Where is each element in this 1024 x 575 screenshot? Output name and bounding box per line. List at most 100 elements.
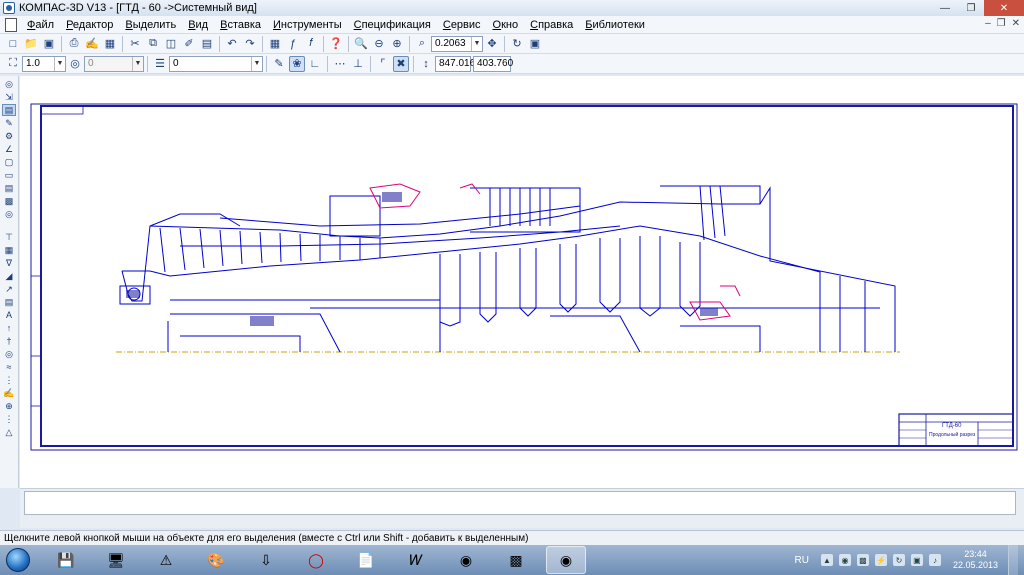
menu-file[interactable]: Файл	[21, 19, 60, 31]
round-coords-icon[interactable]: ⌜	[375, 56, 391, 72]
break-icon[interactable]: ⋮	[2, 413, 16, 425]
edit-icon[interactable]: ✎	[2, 117, 16, 129]
undo-icon[interactable]: ↶	[224, 36, 240, 52]
grid-icon[interactable]: ⋯	[332, 56, 348, 72]
zoom-out-icon[interactable]: ⊖	[371, 36, 387, 52]
doc-close-icon[interactable]: ✕	[1012, 18, 1020, 29]
word-icon[interactable]: 𝑊	[396, 546, 436, 574]
leader-icon[interactable]: ↗	[2, 283, 16, 295]
dimensions-icon[interactable]: ⇲	[2, 91, 16, 103]
measure-icon[interactable]: ∠	[2, 143, 16, 155]
base-icon[interactable]: ◢	[2, 270, 16, 282]
view-manager-icon[interactable]: ✎	[271, 56, 287, 72]
menu-insert[interactable]: Вставка	[214, 19, 267, 31]
open-folder-icon[interactable]: 📁	[23, 36, 39, 52]
document-icon[interactable]	[5, 17, 17, 32]
volume-icon[interactable]: ♪	[928, 554, 941, 566]
paint-icon[interactable]: 🎨	[196, 546, 236, 574]
redraw-icon[interactable]: ↻	[509, 36, 525, 52]
roughness-icon[interactable]: ∇	[2, 257, 16, 269]
powerpoint-icon[interactable]: ▩	[496, 546, 536, 574]
orthogonal-icon[interactable]: ∟	[307, 56, 323, 72]
variables-icon[interactable]: ƒ	[285, 36, 301, 52]
language-indicator[interactable]: RU	[795, 555, 809, 566]
insert-icon[interactable]: ◎	[2, 208, 16, 220]
property-panel-box[interactable]	[24, 491, 1016, 515]
format-brush-icon[interactable]: ✐	[181, 36, 197, 52]
save-icon[interactable]: ▣	[41, 36, 57, 52]
welding-icon[interactable]: △	[2, 426, 16, 438]
layer-field[interactable]: 0 ▼	[169, 55, 263, 72]
kompas-taskbar-icon[interactable]: ◉	[546, 546, 586, 574]
center-mark-icon[interactable]: ⊕	[2, 400, 16, 412]
network-icon[interactable]: ▩	[856, 554, 869, 566]
associative-views-icon[interactable]: ▭	[2, 169, 16, 181]
reports-icon[interactable]: ▩	[2, 195, 16, 207]
menu-window[interactable]: Окно	[487, 19, 525, 31]
zoom-in-icon[interactable]: ⊕	[389, 36, 405, 52]
designations-icon[interactable]: ▤	[2, 104, 16, 116]
view-icon[interactable]: ◎	[2, 348, 16, 360]
table-icon[interactable]: ▦	[2, 244, 16, 256]
preview-icon[interactable]: ✍	[84, 36, 100, 52]
arrow-icon[interactable]: ↑	[2, 322, 16, 334]
line-scale-field[interactable]: 1.0 ▼	[22, 55, 66, 72]
archiver-icon[interactable]: ⚠	[146, 546, 186, 574]
point-icon[interactable]: ⊤	[2, 231, 16, 243]
geometry-icon[interactable]: ◎	[2, 78, 16, 90]
doc-restore-icon[interactable]: ❐	[997, 18, 1006, 29]
local-cs-icon[interactable]: ⊥	[350, 56, 366, 72]
show-all-icon[interactable]: ▣	[527, 36, 543, 52]
copy-icon[interactable]: ⧉	[145, 36, 161, 52]
selection-icon[interactable]: ▢	[2, 156, 16, 168]
drawing-canvas[interactable]: ГТД-60 Продольный разрез	[20, 76, 1024, 488]
help-pointer-icon[interactable]: ❓	[328, 36, 344, 52]
library-manager-icon[interactable]: ▦	[267, 36, 283, 52]
menu-libraries[interactable]: Библиотеки	[579, 19, 651, 31]
chrome-icon[interactable]: ◉	[446, 546, 486, 574]
tolerance-icon[interactable]: ▤	[2, 296, 16, 308]
pan-icon[interactable]: ✥	[484, 36, 500, 52]
document-manager-icon[interactable]: ▦	[102, 36, 118, 52]
download-manager-icon[interactable]: ⇩	[246, 546, 286, 574]
chevron-down-icon[interactable]: ▼	[54, 56, 65, 71]
snap-toggle-icon[interactable]: ✖	[393, 55, 409, 72]
text-icon[interactable]: A	[2, 309, 16, 321]
zoom-window-icon[interactable]: 🔍	[353, 36, 369, 52]
tray-app-icon[interactable]: ▲	[820, 554, 833, 566]
menu-select[interactable]: Выделить	[119, 19, 182, 31]
monitor-icon[interactable]: ▣	[910, 554, 923, 566]
opera-icon[interactable]: ◯	[296, 546, 336, 574]
show-desktop-button[interactable]	[1008, 545, 1018, 575]
chevron-down-icon[interactable]: ▼	[251, 56, 262, 71]
menu-tools[interactable]: Инструменты	[267, 19, 348, 31]
menu-specification[interactable]: Спецификация	[348, 19, 437, 31]
angle-field[interactable]: 0 ▼	[84, 55, 144, 72]
menu-help[interactable]: Справка	[524, 19, 579, 31]
computer-icon[interactable]: 🖥	[96, 546, 136, 574]
power-icon[interactable]: ⚡	[874, 554, 887, 566]
axis-line-icon[interactable]: ⋮	[2, 374, 16, 386]
close-icon[interactable]: ✕	[984, 0, 1024, 16]
clock[interactable]: 23:44 22.05.2013	[953, 549, 998, 571]
new-document-icon[interactable]: □	[5, 36, 21, 52]
document-icon[interactable]: 📄	[346, 546, 386, 574]
spec-icon[interactable]: ▤	[2, 182, 16, 194]
paste-icon[interactable]: ◫	[163, 36, 179, 52]
sync-icon[interactable]: ↻	[892, 554, 905, 566]
redo-icon[interactable]: ↷	[242, 36, 258, 52]
coord-y-field[interactable]: 403.760	[473, 55, 513, 72]
chevron-down-icon[interactable]: ▼	[132, 56, 143, 71]
menu-service[interactable]: Сервис	[437, 19, 487, 31]
restore-icon[interactable]: ❐	[958, 0, 984, 16]
print-icon[interactable]: ⎙	[66, 36, 82, 52]
menu-view[interactable]: Вид	[182, 19, 214, 31]
file-manager-icon[interactable]: 💾	[46, 546, 86, 574]
chevron-down-icon[interactable]: ▼	[471, 36, 482, 51]
mark-icon[interactable]: ✍	[2, 387, 16, 399]
minimize-icon[interactable]: —	[932, 0, 958, 16]
zoom-field[interactable]: 0.2063 ▼	[431, 35, 483, 52]
menu-editor[interactable]: Редактор	[60, 19, 119, 31]
parametrization-icon[interactable]: ⚙	[2, 130, 16, 142]
wavy-line-icon[interactable]: ≈	[2, 361, 16, 373]
